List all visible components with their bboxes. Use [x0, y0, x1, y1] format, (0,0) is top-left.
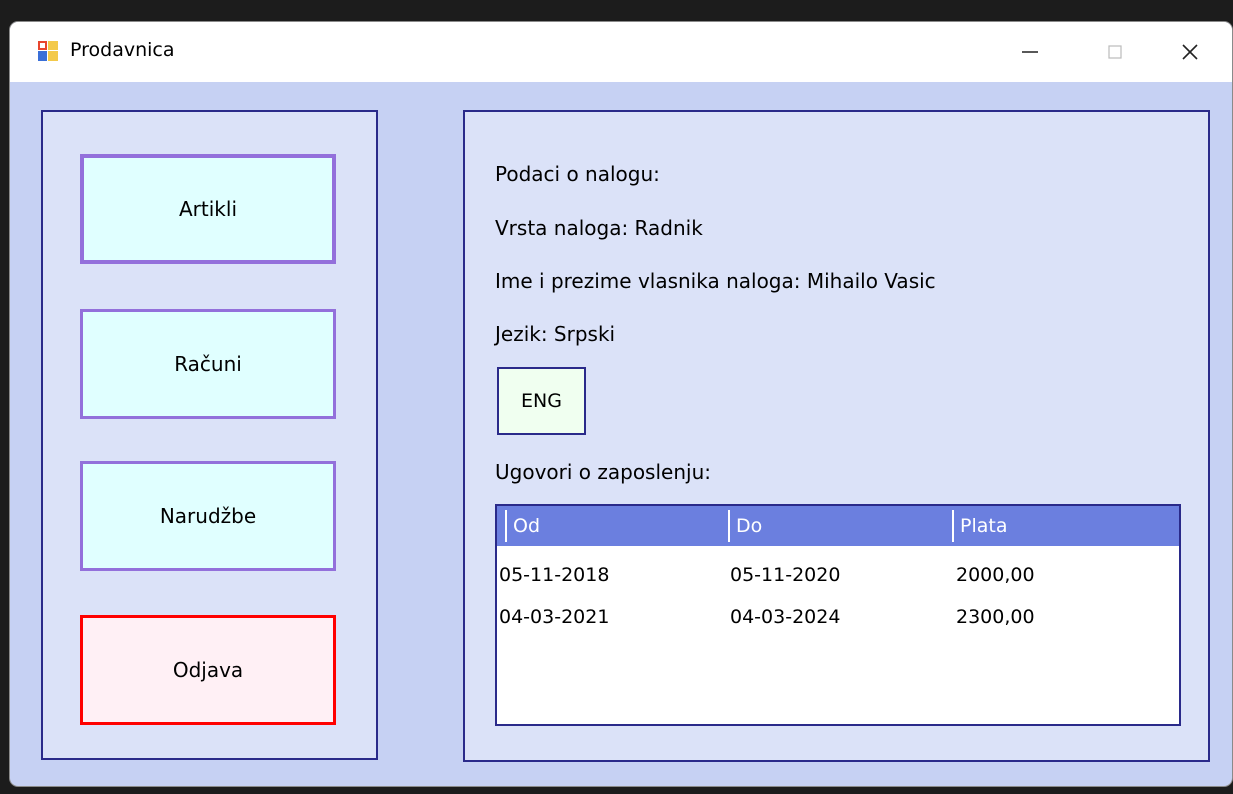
contracts-heading: Ugovori o zaposlenju:	[495, 460, 711, 484]
table-cell-plata: 2300,00	[956, 606, 1035, 628]
table-cell-do: 04-03-2024	[730, 606, 841, 628]
racuni-button[interactable]: Računi	[80, 309, 336, 419]
table-cell-od: 05-11-2018	[499, 564, 610, 586]
window-title: Prodavnica	[70, 39, 175, 61]
table-cell-plata: 2000,00	[956, 564, 1035, 586]
column-header-plata[interactable]: Plata	[952, 510, 1178, 542]
close-icon	[1182, 44, 1198, 60]
odjava-button[interactable]: Odjava	[80, 615, 336, 725]
account-owner-label: Ime i prezime vlasnika naloga: Mihailo V…	[495, 269, 936, 293]
minimize-icon	[1022, 51, 1038, 53]
language-label: Jezik: Srpski	[495, 322, 616, 346]
close-button[interactable]	[1160, 22, 1220, 82]
app-icon	[37, 40, 59, 62]
account-type-label: Vrsta naloga: Radnik	[495, 216, 703, 240]
artikli-button[interactable]: Artikli	[80, 154, 336, 264]
title-bar[interactable]: Prodavnica	[10, 22, 1232, 82]
table-cell-do: 05-11-2020	[730, 564, 841, 586]
table-cell-od: 04-03-2021	[499, 606, 610, 628]
column-header-od[interactable]: Od	[505, 510, 727, 542]
maximize-icon	[1108, 45, 1122, 59]
contracts-table[interactable]: Od Do Plata 05-11-2018 05-11-2020 2000,0…	[495, 504, 1181, 726]
narudzbe-button[interactable]: Narudžbe	[80, 461, 336, 571]
column-header-do[interactable]: Do	[728, 510, 950, 542]
minimize-button[interactable]	[1000, 22, 1060, 82]
contracts-table-header: Od Do Plata	[497, 506, 1179, 546]
app-window: Prodavnica Artikli Računi Narudžbe Odjav…	[10, 22, 1232, 786]
account-panel: Podaci o nalogu: Vrsta naloga: Radnik Im…	[463, 110, 1210, 762]
maximize-button[interactable]	[1085, 22, 1145, 82]
account-heading: Podaci o nalogu:	[495, 162, 660, 186]
navigation-panel: Artikli Računi Narudžbe Odjava	[41, 110, 378, 760]
language-switch-button[interactable]: ENG	[497, 367, 586, 435]
